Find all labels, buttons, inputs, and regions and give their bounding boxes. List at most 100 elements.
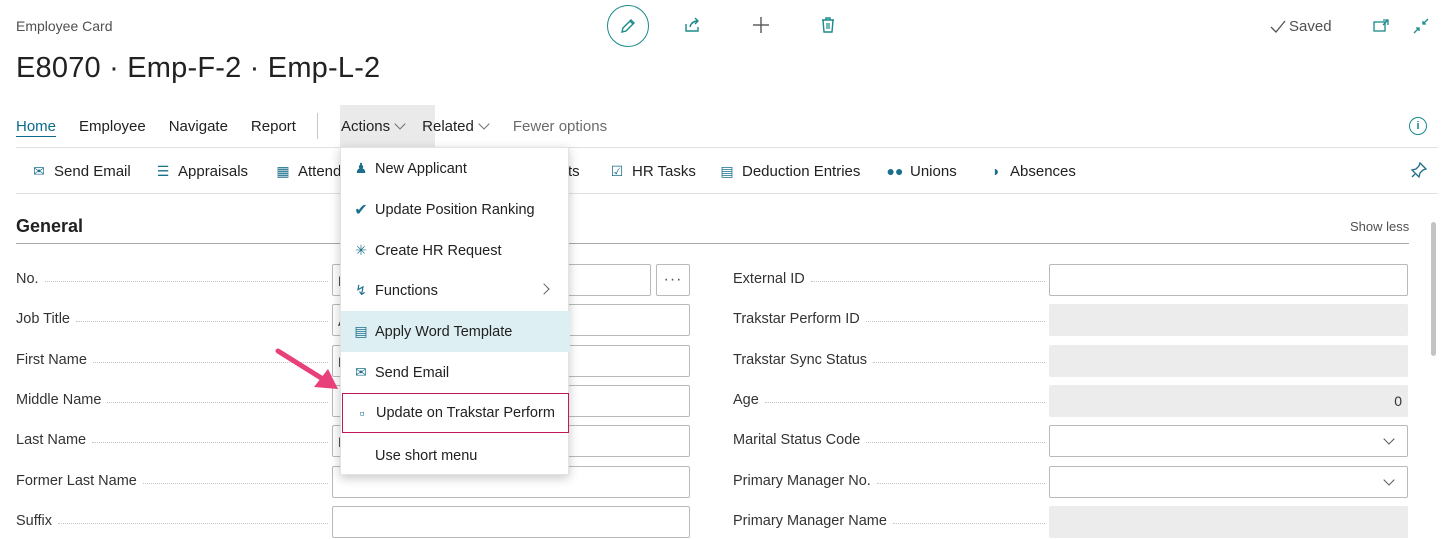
menu-item-use-short-menu[interactable]: Use short menu [341,435,570,476]
field-label-job-title: Job Title [16,311,328,327]
delete-button[interactable] [817,14,839,36]
word-template-icon: ▤ [354,323,368,339]
chevron-down-icon [1383,432,1395,445]
menu-item-label: Update Position Ranking [375,201,535,218]
field-label-primary-manager-name: Primary Manager Name [733,513,1045,529]
email-icon: ✉ [355,364,367,380]
field-label-suffix: Suffix [16,513,328,529]
action-hr-tasks[interactable]: ☑ HR Tasks [608,161,696,181]
menu-item-label: Apply Word Template [375,323,513,340]
action-unions-label: Unions [910,162,957,180]
collapse-icon [1413,18,1429,34]
action-unions[interactable]: ●● Unions [886,161,957,181]
tab-navigate[interactable]: Navigate [169,105,228,147]
collapse-button[interactable] [1410,15,1432,37]
section-underline [16,243,1409,244]
edit-button[interactable] [607,5,649,47]
marital-status-code-select[interactable] [1049,425,1408,457]
trash-icon [822,17,834,33]
popout-icon [1373,19,1389,32]
menu-item-functions[interactable]: ↯ Functions [341,270,570,311]
field-label-external-id: External ID [733,271,1045,287]
trakstar-sync-status-value [1049,345,1408,377]
pencil-icon [621,19,635,33]
action-send-email[interactable]: ✉ Send Email [30,161,131,181]
nav-divider-line [16,147,1438,148]
tab-related-label: Related [422,117,474,135]
field-label-marital-status-code: Marital Status Code [733,432,1045,448]
action-attendance-label: Attend [298,162,342,180]
new-button[interactable] [750,14,772,36]
trakstar-perform-id-value [1049,304,1408,336]
pin-icon [1410,161,1428,179]
tab-home[interactable]: Home [16,105,56,147]
field-label-no: No. [16,271,328,287]
person-away-icon: ◑ [990,163,1000,179]
field-label-age: Age [733,392,1045,408]
menu-item-label: Send Email [375,364,450,381]
saved-status: Saved [1270,18,1332,35]
person-add-icon: ♟ [354,160,368,176]
menu-item-label: New Applicant [375,160,467,177]
menu-item-label: Use short menu [375,447,478,464]
action-hr-tasks-label: HR Tasks [632,162,696,180]
menu-item-update-position-ranking[interactable]: ✔ Update Position Ranking [341,189,570,230]
chevron-down-icon [1383,473,1395,486]
field-label-last-name: Last Name [16,432,328,448]
action-absences[interactable]: ◑ Absences [986,161,1076,181]
nav-divider [316,113,318,139]
menu-item-apply-word-template[interactable]: ▤ Apply Word Template [341,311,570,352]
checkmark-icon: ✔ [354,201,368,219]
field-label-trakstar-sync-status: Trakstar Sync Status [733,352,1045,368]
vertical-scrollbar[interactable] [1431,222,1436,356]
menu-item-new-applicant[interactable]: ♟ New Applicant [341,148,570,189]
task-icon: ☑ [610,162,624,179]
page-title: E8070 · Emp-F-2 · Emp-L-2 [16,52,381,84]
primary-manager-no-select[interactable] [1049,466,1408,498]
tab-report[interactable]: Report [251,105,296,147]
plus-icon [753,17,769,33]
saved-label: Saved [1289,18,1332,35]
show-less-link[interactable]: Show less [1350,219,1409,234]
lookup-button[interactable]: ··· [656,264,690,296]
field-label-former-last-name: Former Last Name [16,473,328,489]
info-icon[interactable]: i [1409,117,1427,135]
action-deduction-entries[interactable]: ▤ Deduction Entries [718,161,860,181]
pin-button[interactable] [1410,161,1428,184]
menu-item-label: Update on Trakstar Perform [376,405,555,421]
calendar-icon: ▦ [276,162,290,179]
age-value: 0 [1049,385,1408,417]
section-title: General [16,216,84,236]
action-appraisals[interactable]: ☰ Appraisals [154,161,248,181]
email-icon: ✉ [33,162,45,179]
primary-manager-name-value [1049,506,1408,538]
lightning-icon: ↯ [355,282,367,298]
menu-item-label: Functions [375,282,438,299]
action-send-email-label: Send Email [54,162,131,180]
gear-icon: ✳ [355,242,367,258]
menu-item-update-on-trakstar-perform[interactable]: ▫ Update on Trakstar Perform [342,393,569,433]
menu-item-label: Create HR Request [375,242,502,259]
tab-employee[interactable]: Employee [79,105,146,147]
ribbon-nav: Home Employee Navigate Report Actions Re… [16,105,607,147]
group-icon: ●● [886,163,904,179]
chevron-right-icon [538,283,550,295]
callout-arrow-icon [275,348,338,389]
external-id-input[interactable] [1049,264,1408,296]
check-icon [1270,20,1286,33]
action-absences-label: Absences [1010,162,1076,180]
menu-item-create-hr-request[interactable]: ✳ Create HR Request [341,230,570,271]
page-caption: Employee Card [16,18,113,34]
suffix-input[interactable] [332,506,690,538]
tab-actions[interactable]: Actions [340,105,406,147]
fewer-options-link[interactable]: Fewer options [513,105,607,147]
tab-related[interactable]: Related [422,105,490,147]
action-deduction-entries-label: Deduction Entries [742,162,861,180]
chevron-down-icon [478,117,490,130]
checklist-icon: ☰ [156,162,170,179]
action-attendance[interactable]: ▦ Attend [274,161,341,181]
tab-actions-label: Actions [340,117,391,135]
menu-item-send-email[interactable]: ✉ Send Email [341,352,570,393]
share-button[interactable] [682,14,704,36]
open-new-window-button[interactable] [1370,15,1392,37]
